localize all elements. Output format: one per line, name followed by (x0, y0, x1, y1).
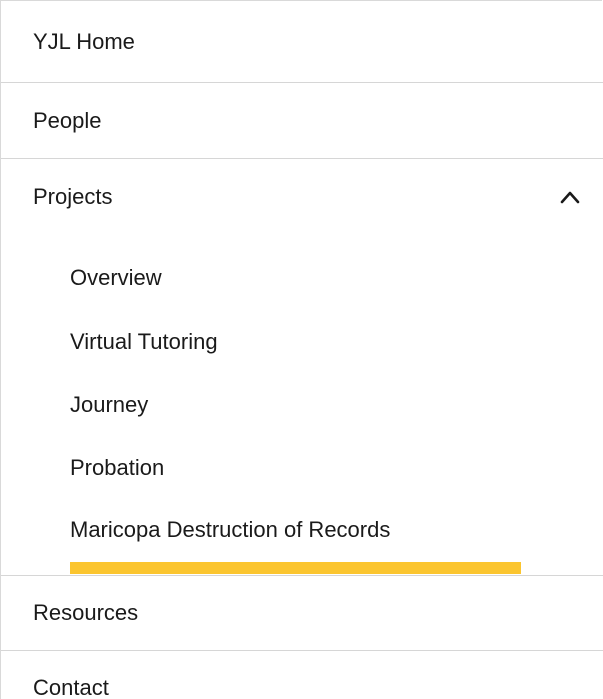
subnav-item-label: Journey (70, 392, 149, 417)
subnav-item-label: Overview (70, 265, 162, 290)
nav-item-resources[interactable]: Resources (1, 576, 603, 650)
subnav-item-label: Probation (70, 455, 165, 480)
nav-item-people[interactable]: People (1, 83, 603, 158)
subnav-item-label: Virtual Tutoring (70, 329, 218, 354)
active-item-indicator (70, 562, 521, 574)
nav-item-projects[interactable]: Projects (1, 159, 603, 235)
nav-item-label: People (33, 107, 102, 133)
nav-item-label: Projects (33, 184, 113, 209)
subnav-item-virtual-tutoring[interactable]: Virtual Tutoring (70, 329, 218, 355)
nav-item-label: YJL Home (33, 28, 135, 54)
side-navigation: YJL Home People Projects Overview Virtua… (0, 0, 603, 699)
nav-item-yjl-home[interactable]: YJL Home (1, 1, 603, 82)
nav-item-label: Resources (33, 600, 139, 625)
subnav-item-overview[interactable]: Overview (70, 265, 162, 291)
nav-item-contact[interactable]: Contact (1, 651, 603, 699)
subnav-item-label: Maricopa Destruction of Records (70, 517, 391, 542)
subnav-item-journey[interactable]: Journey (70, 392, 148, 418)
nav-item-label: Contact (33, 675, 109, 699)
subnav-item-probation[interactable]: Probation (70, 455, 164, 481)
chevron-up-icon[interactable] (559, 189, 581, 205)
subnav-item-maricopa-destruction-of-records[interactable]: Maricopa Destruction of Records (70, 517, 390, 543)
